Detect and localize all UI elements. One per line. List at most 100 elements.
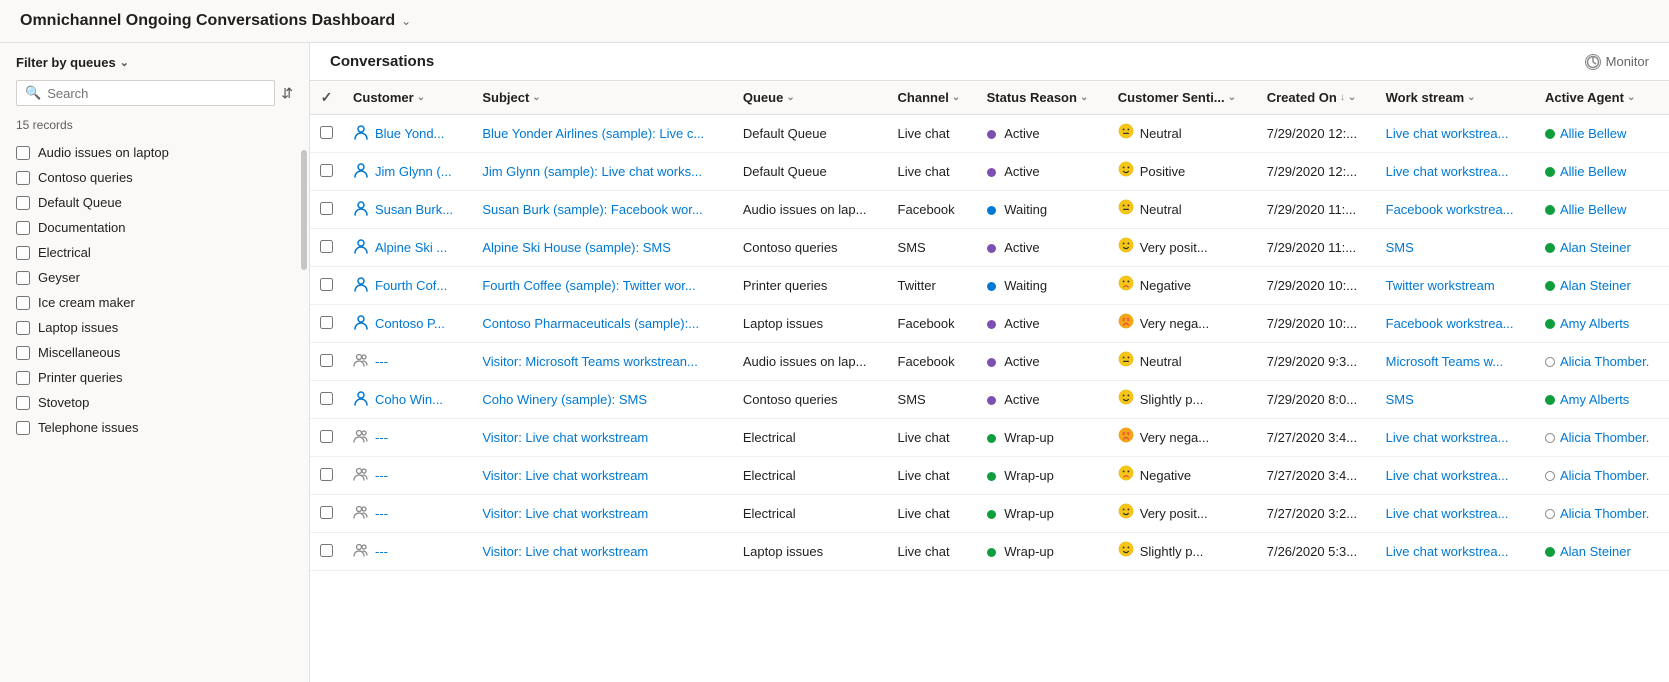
row-checkbox[interactable] xyxy=(320,164,333,177)
row-checkbox-cell[interactable] xyxy=(310,267,343,305)
queue-checkbox[interactable] xyxy=(16,146,30,160)
subject-link[interactable]: Visitor: Live chat workstream xyxy=(482,430,648,445)
queue-checkbox[interactable] xyxy=(16,196,30,210)
queue-checkbox[interactable] xyxy=(16,371,30,385)
queue-checkbox[interactable] xyxy=(16,346,30,360)
row-checkbox-cell[interactable] xyxy=(310,381,343,419)
sort-icon[interactable]: ⇵ xyxy=(281,85,293,102)
workstream-link[interactable]: Live chat workstrea... xyxy=(1386,506,1509,521)
filter-header[interactable]: Filter by queues ⌄ xyxy=(0,55,309,80)
col-active-agent[interactable]: Active Agent ⌄ xyxy=(1535,81,1669,115)
row-checkbox-cell[interactable] xyxy=(310,305,343,343)
agent-name[interactable]: Alicia Thomber. xyxy=(1560,506,1649,521)
row-checkbox-cell[interactable] xyxy=(310,229,343,267)
queue-item[interactable]: Laptop issues xyxy=(0,315,309,340)
row-checkbox[interactable] xyxy=(320,392,333,405)
queue-checkbox[interactable] xyxy=(16,246,30,260)
workstream-link[interactable]: SMS xyxy=(1386,392,1414,407)
workstream-link[interactable]: Live chat workstrea... xyxy=(1386,468,1509,483)
search-box[interactable]: 🔍 xyxy=(16,80,275,106)
col-customer-sentiment[interactable]: Customer Senti... ⌄ xyxy=(1108,81,1257,115)
agent-name[interactable]: Alicia Thomber. xyxy=(1560,430,1649,445)
queue-checkbox[interactable] xyxy=(16,421,30,435)
title-dropdown-icon[interactable]: ⌄ xyxy=(401,14,411,28)
workstream-link[interactable]: Live chat workstrea... xyxy=(1386,430,1509,445)
col-channel[interactable]: Channel ⌄ xyxy=(888,81,977,115)
row-checkbox[interactable] xyxy=(320,126,333,139)
row-checkbox[interactable] xyxy=(320,506,333,519)
queue-checkbox[interactable] xyxy=(16,171,30,185)
row-checkbox[interactable] xyxy=(320,354,333,367)
agent-name[interactable]: Alan Steiner xyxy=(1560,240,1631,255)
scrollbar-track[interactable] xyxy=(301,140,307,670)
queue-item[interactable]: Geyser xyxy=(0,265,309,290)
row-checkbox-cell[interactable] xyxy=(310,419,343,457)
subject-link[interactable]: Coho Winery (sample): SMS xyxy=(482,392,647,407)
subject-link[interactable]: Visitor: Microsoft Teams workstrean... xyxy=(482,354,698,369)
customer-name[interactable]: --- xyxy=(375,354,388,369)
workstream-link[interactable]: SMS xyxy=(1386,240,1414,255)
row-checkbox[interactable] xyxy=(320,278,333,291)
agent-name[interactable]: Alan Steiner xyxy=(1560,278,1631,293)
row-checkbox[interactable] xyxy=(320,240,333,253)
customer-name[interactable]: --- xyxy=(375,506,388,521)
monitor-button[interactable]: Monitor xyxy=(1585,54,1649,70)
row-checkbox[interactable] xyxy=(320,316,333,329)
queue-checkbox[interactable] xyxy=(16,321,30,335)
col-queue[interactable]: Queue ⌄ xyxy=(733,81,888,115)
queue-item[interactable]: Printer queries xyxy=(0,365,309,390)
customer-name[interactable]: Susan Burk... xyxy=(375,202,453,217)
subject-link[interactable]: Contoso Pharmaceuticals (sample):... xyxy=(482,316,699,331)
row-checkbox[interactable] xyxy=(320,544,333,557)
workstream-link[interactable]: Facebook workstrea... xyxy=(1386,202,1514,217)
queue-item[interactable]: Contoso queries xyxy=(0,165,309,190)
row-checkbox-cell[interactable] xyxy=(310,115,343,153)
queue-item[interactable]: Audio issues on laptop xyxy=(0,140,309,165)
search-input[interactable] xyxy=(47,86,266,101)
row-checkbox-cell[interactable] xyxy=(310,191,343,229)
workstream-link[interactable]: Live chat workstrea... xyxy=(1386,164,1509,179)
customer-name[interactable]: Coho Win... xyxy=(375,392,443,407)
queue-item[interactable]: Telephone issues xyxy=(0,415,309,440)
customer-name[interactable]: --- xyxy=(375,544,388,559)
agent-name[interactable]: Allie Bellew xyxy=(1560,126,1626,141)
subject-link[interactable]: Susan Burk (sample): Facebook wor... xyxy=(482,202,702,217)
agent-name[interactable]: Alan Steiner xyxy=(1560,544,1631,559)
row-checkbox-cell[interactable] xyxy=(310,153,343,191)
queue-checkbox[interactable] xyxy=(16,221,30,235)
agent-name[interactable]: Allie Bellew xyxy=(1560,202,1626,217)
queue-item[interactable]: Ice cream maker xyxy=(0,290,309,315)
queue-item[interactable]: Stovetop xyxy=(0,390,309,415)
agent-name[interactable]: Amy Alberts xyxy=(1560,316,1629,331)
select-all-check[interactable]: ✓ xyxy=(321,89,333,105)
col-checkbox[interactable]: ✓ xyxy=(310,81,343,115)
queue-checkbox[interactable] xyxy=(16,296,30,310)
col-subject[interactable]: Subject ⌄ xyxy=(472,81,733,115)
customer-name[interactable]: Contoso P... xyxy=(375,316,445,331)
row-checkbox[interactable] xyxy=(320,202,333,215)
workstream-link[interactable]: Microsoft Teams w... xyxy=(1386,354,1504,369)
queue-item[interactable]: Miscellaneous xyxy=(0,340,309,365)
subject-link[interactable]: Visitor: Live chat workstream xyxy=(482,468,648,483)
customer-name[interactable]: --- xyxy=(375,430,388,445)
subject-link[interactable]: Alpine Ski House (sample): SMS xyxy=(482,240,671,255)
row-checkbox-cell[interactable] xyxy=(310,495,343,533)
queue-item[interactable]: Electrical xyxy=(0,240,309,265)
subject-link[interactable]: Jim Glynn (sample): Live chat works... xyxy=(482,164,702,179)
row-checkbox-cell[interactable] xyxy=(310,457,343,495)
subject-link[interactable]: Fourth Coffee (sample): Twitter wor... xyxy=(482,278,695,293)
queue-checkbox[interactable] xyxy=(16,271,30,285)
agent-name[interactable]: Allie Bellew xyxy=(1560,164,1626,179)
subject-link[interactable]: Visitor: Live chat workstream xyxy=(482,506,648,521)
col-created-on[interactable]: Created On ↓ ⌄ xyxy=(1257,81,1376,115)
row-checkbox[interactable] xyxy=(320,468,333,481)
agent-name[interactable]: Amy Alberts xyxy=(1560,392,1629,407)
queue-checkbox[interactable] xyxy=(16,396,30,410)
customer-name[interactable]: Jim Glynn (... xyxy=(375,164,452,179)
subject-link[interactable]: Visitor: Live chat workstream xyxy=(482,544,648,559)
customer-name[interactable]: Blue Yond... xyxy=(375,126,444,141)
customer-name[interactable]: Alpine Ski ... xyxy=(375,240,447,255)
workstream-link[interactable]: Twitter workstream xyxy=(1386,278,1495,293)
queue-item[interactable]: Default Queue xyxy=(0,190,309,215)
workstream-link[interactable]: Facebook workstrea... xyxy=(1386,316,1514,331)
